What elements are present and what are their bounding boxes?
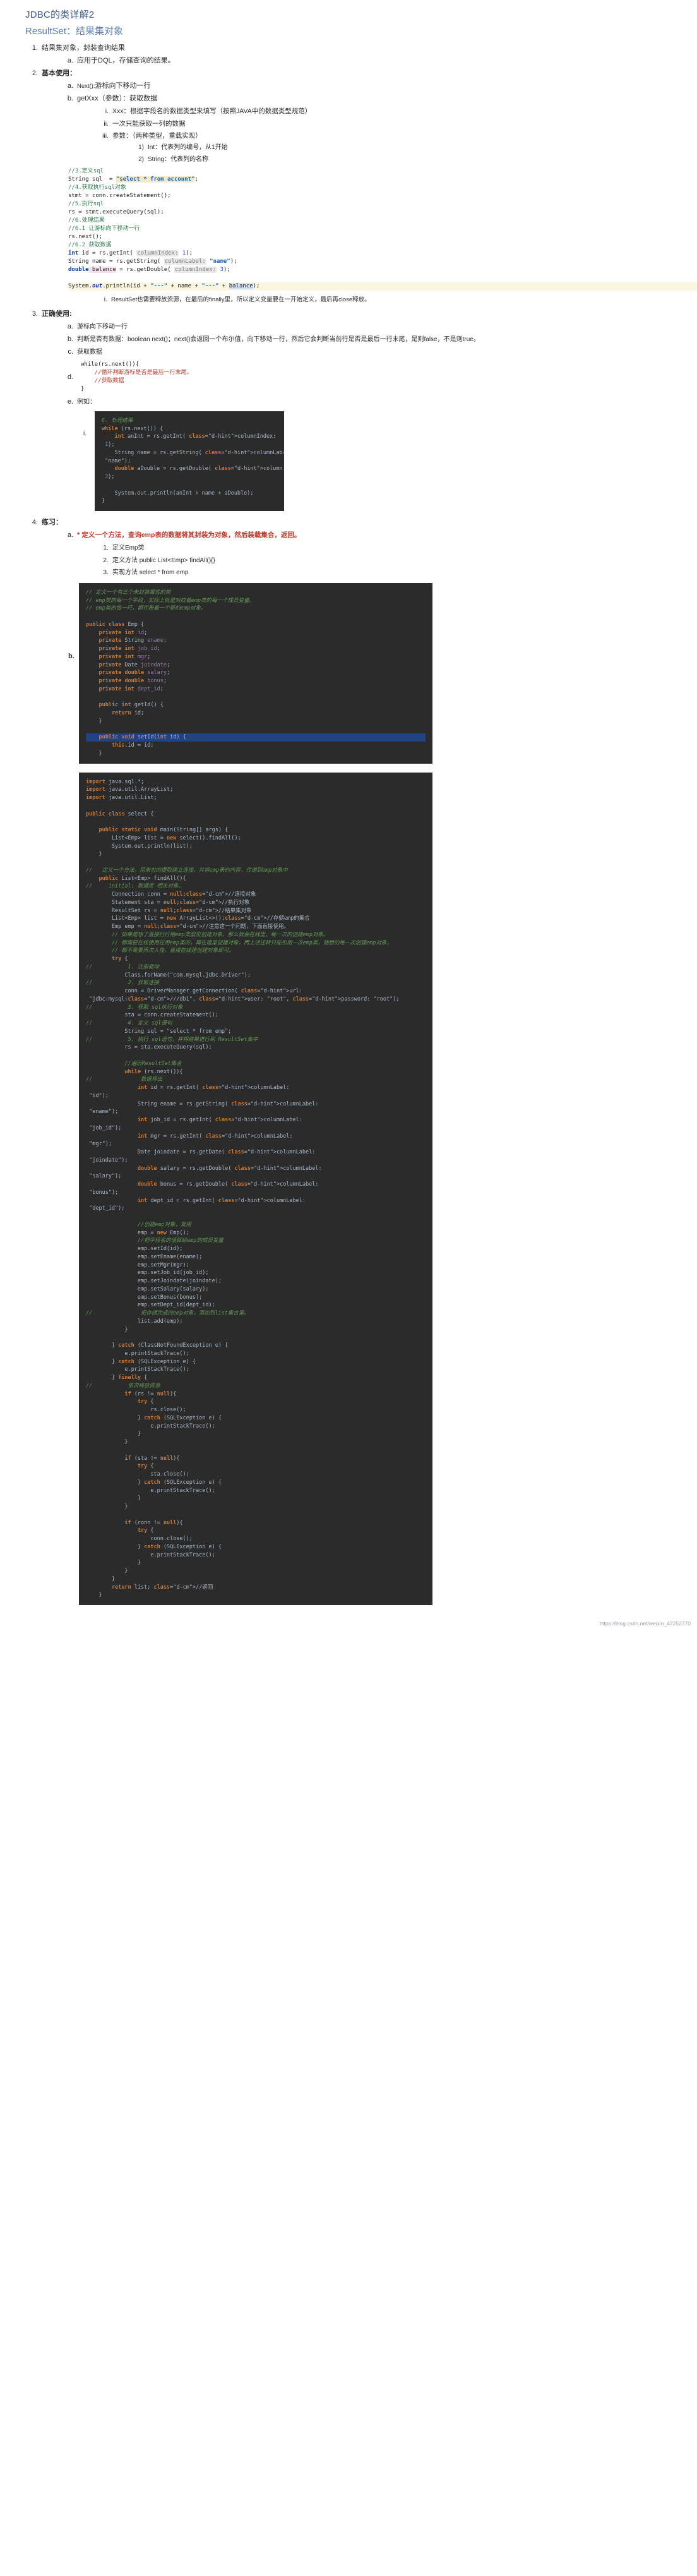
list-text: 游标向下移动一行 — [77, 323, 128, 330]
list-marker: b. — [67, 95, 73, 103]
list-item: e. 例如： — [61, 397, 697, 407]
list-item: a. Next():游标向下移动一行 — [61, 81, 697, 92]
list-text: 获取数据 — [77, 348, 102, 356]
section-title: 正确使用: — [42, 310, 72, 318]
list-marker: iii. — [102, 131, 109, 140]
list-marker: 2. — [32, 69, 38, 78]
outline-level-1: 1. 结果集对象，封装查询结果 a. 应用于DQL，存储查询的结果。 2. 基本… — [0, 43, 697, 164]
list-item: 1. 定义Emp类 — [96, 543, 697, 553]
list-text: 定义Emp类 — [112, 545, 145, 552]
practice-items: a. * 定义一个方法，查询emp表的数据将其封装为对象，然后装载集合，返回。 … — [42, 530, 697, 578]
list-text: 定义一个方法，查询emp表的数据将其封装为对象，然后装载集合，返回。 — [81, 531, 301, 539]
list-marker: d. — [67, 373, 73, 381]
list-item: b. getXxx（参数）：获取数据 i. Xxx：根据字段名的数据类型来填写（… — [61, 93, 697, 164]
list-item: 3. 实现方法 select * from emp — [96, 567, 697, 578]
list-item: a. 游标向下移动一行 — [61, 322, 697, 332]
dark-code-block-emp-class: // 定义一个有三个未封装属性的类// emp类的每一个字段，实际上就是对应着e… — [79, 582, 432, 764]
list-item: 4. 练习： a. * 定义一个方法，查询emp表的数据将其封装为对象，然后装载… — [25, 517, 697, 578]
list-marker: c. — [68, 347, 73, 356]
list-text: Xxx：根据字段名的数据类型来填写（按照JAVA中的数据类型规范） — [112, 107, 312, 116]
list-marker: 3. — [103, 569, 109, 577]
list-text: Int：代表列的编号，从1开始 — [148, 144, 228, 152]
next-method-label: Next(): — [77, 83, 95, 90]
list-item: 3. 正确使用: a. 游标向下移动一行 b. 判断是否有数据：boolean … — [25, 309, 697, 407]
outline-level-2: a. 应用于DQL，存储查询的结果。 — [42, 56, 697, 66]
getxxx-items: i. Xxx：根据字段名的数据类型来填写（按照JAVA中的数据类型规范） ii.… — [77, 106, 697, 164]
list-item: c. 获取数据 — [61, 347, 697, 358]
list-marker: i. — [104, 296, 107, 304]
list-text: getXxx（参数）：获取数据 — [77, 95, 158, 103]
emp-class-wrapper: b. // 定义一个有三个未封装属性的类// emp类的每一个字段，实际上就是对… — [0, 582, 697, 764]
document-page: JDBC的类详解2 ResultSet：结果集对象 1. 结果集对象，封装查询结… — [0, 0, 697, 1630]
list-marker: 2) — [138, 155, 144, 163]
list-text: 判断是否有数据：boolean next()；next()会返回一个布尔值，向下… — [77, 335, 480, 343]
watermark-url: https://blog.csdn.net/weixin_42252770 — [599, 1620, 691, 1627]
practice-steps: 1. 定义Emp类 2. 定义方法 public List<Emp> findA… — [77, 543, 697, 578]
list-text: 一次只能获取一列的数据 — [112, 119, 186, 128]
basic-use-items: a. Next():游标向下移动一行 b. getXxx（参数）：获取数据 i.… — [42, 81, 697, 164]
list-text: 结果集对象，封装查询结果 — [42, 44, 125, 52]
list-item: 2) String：代表列的名称 — [131, 155, 697, 165]
list-text: 例如： — [77, 398, 96, 406]
list-text: String：代表列的名称 — [148, 155, 209, 163]
select-class-wrapper: import java.sql.*; import java.util.Array… — [0, 772, 697, 1606]
list-item: a. * 定义一个方法，查询emp表的数据将其封装为对象，然后装载集合，返回。 … — [61, 530, 697, 578]
list-marker: ii. — [104, 119, 109, 128]
list-text: 应用于DQL，存储查询的结果。 — [77, 57, 175, 65]
list-text: 实现方法 select * from emp — [112, 569, 189, 577]
list-item: 1. 结果集对象，封装查询结果 a. 应用于DQL，存储查询的结果。 — [25, 43, 697, 66]
dark-code-block-select-class: import java.sql.*; import java.util.Array… — [79, 772, 432, 1606]
practice-section: 4. 练习： a. * 定义一个方法，查询emp表的数据将其封装为对象，然后装载… — [0, 517, 697, 578]
sql-code-block: //3.定义sql String sql = "select * from acc… — [0, 166, 697, 292]
list-marker: a. — [67, 57, 73, 65]
list-text: 参数：（两种类型，重载实现） — [112, 131, 202, 140]
dark-code-block-result-loop: 6. 处理结果 while (rs.next()) { int anInt = r… — [95, 411, 284, 512]
list-item: 2. 定义方法 public List<Emp> findAll(){} — [96, 555, 697, 566]
correct-use-items: a. 游标向下移动一行 b. 判断是否有数据：boolean next()；ne… — [42, 322, 697, 407]
list-marker: b. — [67, 335, 73, 343]
list-text: 游标向下移动一行 — [95, 82, 151, 90]
list-item: i. Xxx：根据字段名的数据类型来填写（按照JAVA中的数据类型规范） — [96, 106, 697, 116]
resultset-note-list: i. ResultSet也需要释放资源，在最后的finally里，所以定义变量要… — [0, 294, 697, 305]
list-item: d. while(rs.next()){ //循环判断游标是否是最后一行末尾。 … — [61, 359, 697, 395]
list-text: 基本使用： — [42, 69, 76, 78]
list-marker: 1. — [32, 44, 38, 52]
list-item: a. 应用于DQL，存储查询的结果。 — [61, 56, 697, 66]
list-item: b. 判断是否有数据：boolean next()；next()会返回一个布尔值… — [61, 334, 697, 345]
section-title: 练习： — [42, 519, 63, 527]
list-marker: i. — [83, 430, 86, 437]
list-marker: a. — [67, 531, 73, 539]
list-marker: 3. — [32, 310, 38, 318]
list-marker: a. — [67, 322, 73, 330]
page-title: JDBC的类详解2 — [25, 9, 95, 20]
list-marker: b. — [68, 652, 74, 660]
list-marker: i. — [105, 107, 109, 116]
page-subtitle: ResultSet：结果集对象 — [25, 26, 124, 37]
param-types: 1) Int：代表列的编号，从1开始 2) String：代表列的名称 — [112, 143, 697, 164]
list-item: ii. 一次只能获取一列的数据 — [96, 119, 697, 129]
list-item: 2. 基本使用： a. Next():游标向下移动一行 b. getXxx（参数… — [25, 68, 697, 164]
list-marker: 1) — [138, 144, 144, 152]
list-marker: 4. — [32, 519, 38, 527]
list-marker: 1. — [103, 544, 109, 552]
list-marker: 2. — [103, 556, 109, 564]
list-marker: a. — [67, 82, 73, 90]
while-loop-code-block: while(rs.next()){ //循环判断游标是否是最后一行末尾。 //获… — [77, 359, 697, 395]
list-text: 定义方法 public List<Emp> findAll(){} — [112, 557, 215, 564]
dark-example-wrapper: i. 6. 处理结果 while (rs.next()) { int anInt … — [0, 411, 697, 512]
list-text: ResultSet也需要释放资源，在最后的finally里，所以定义变量要在一开… — [111, 296, 371, 304]
list-item: i. ResultSet也需要释放资源，在最后的finally里，所以定义变量要… — [95, 294, 697, 305]
practice-star: * — [77, 531, 80, 539]
list-marker: e. — [67, 397, 73, 406]
correct-use-section: 3. 正确使用: a. 游标向下移动一行 b. 判断是否有数据：boolean … — [0, 309, 697, 407]
list-item: 1) Int：代表列的编号，从1开始 — [131, 143, 697, 153]
list-item: iii. 参数：（两种类型，重载实现） 1) Int：代表列的编号，从1开始 2… — [96, 131, 697, 164]
